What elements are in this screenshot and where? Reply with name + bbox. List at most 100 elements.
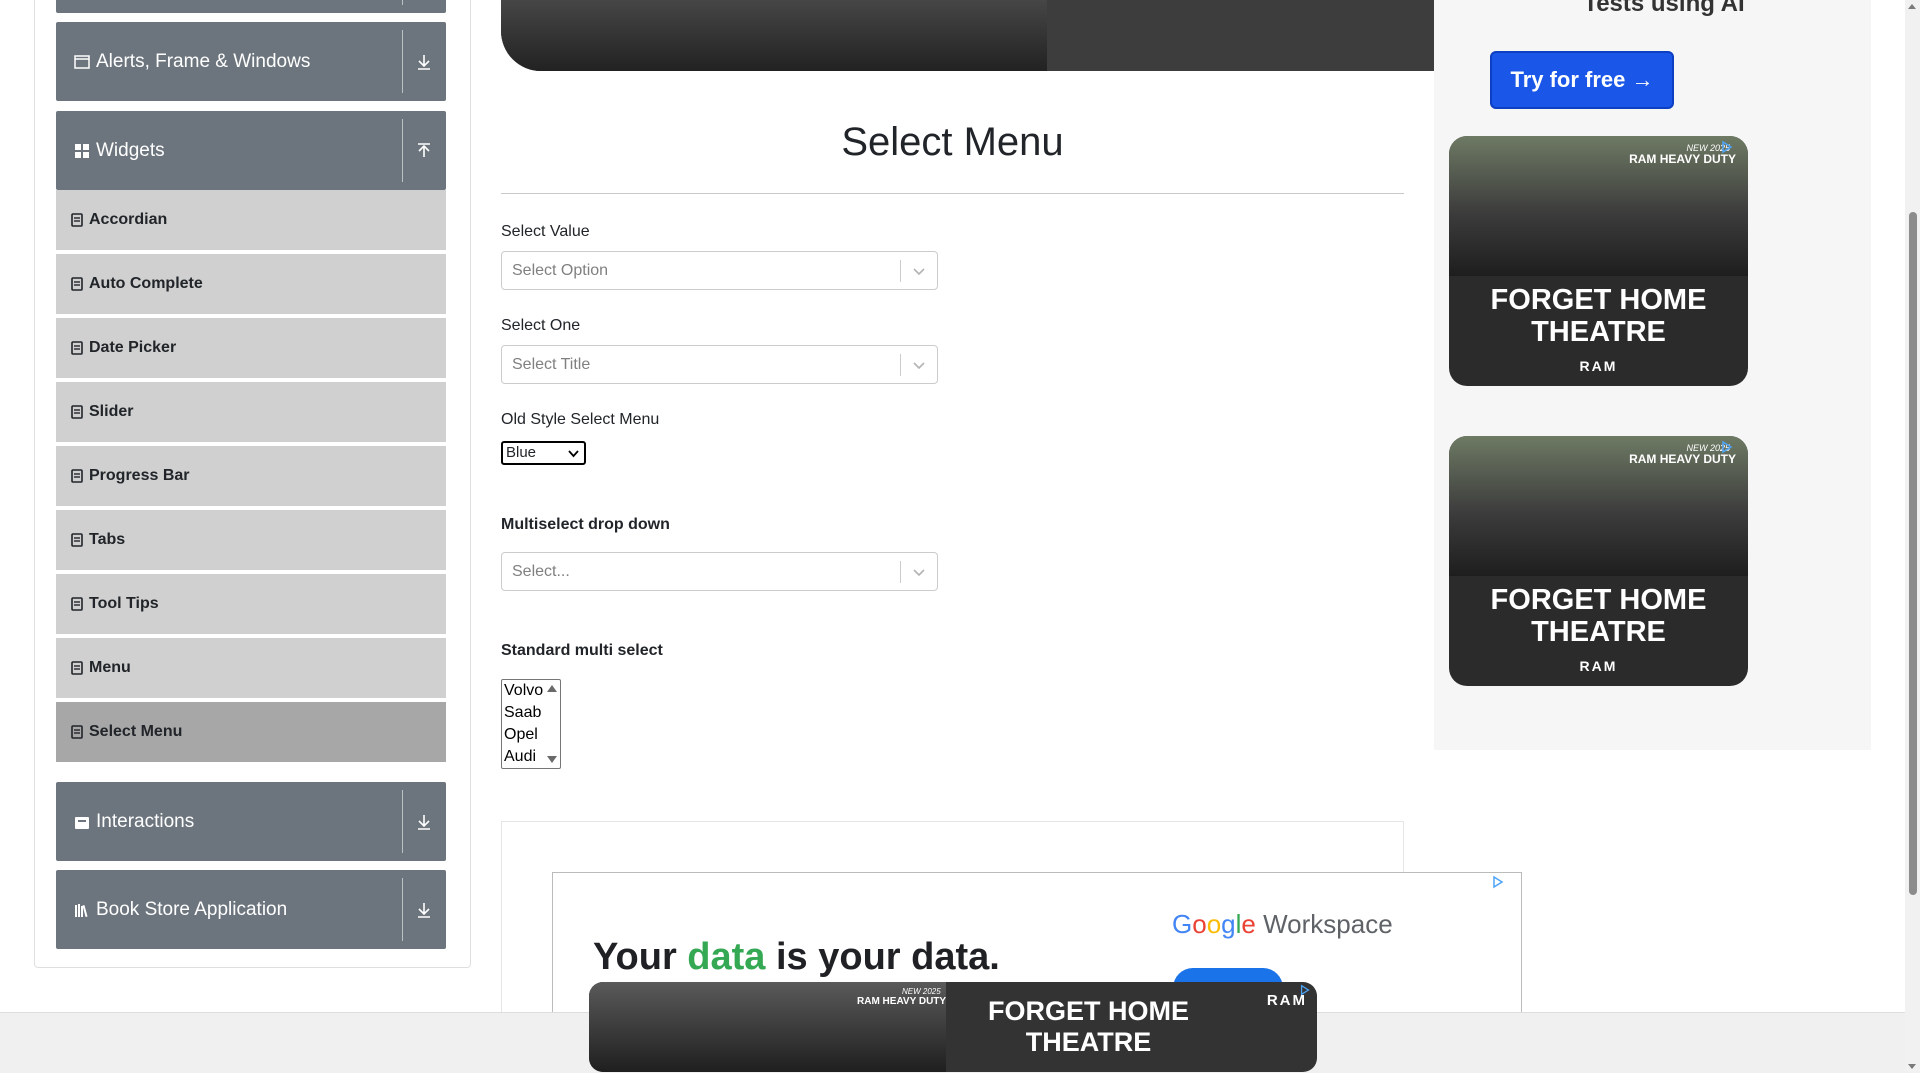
- hero-banner: [501, 0, 1434, 71]
- sidebar-group-book-store[interactable]: Book Store Application: [56, 870, 446, 949]
- google-ad-headline: Your data is your data.: [593, 936, 1000, 979]
- scroll-down-icon[interactable]: [547, 756, 557, 763]
- ad-newtag: NEW 2025: [902, 987, 941, 996]
- ram-ad-2[interactable]: NEW 2025 RAM HEAVY DUTY FORGET HOME THEAT…: [1449, 436, 1748, 686]
- chevron-down-icon[interactable]: [911, 263, 927, 279]
- ad-headline: FORGET HOME THEATRE: [1449, 284, 1748, 348]
- sidebar-item-label: Date Picker: [89, 339, 177, 356]
- item-icon: [71, 725, 83, 739]
- title-divider: [501, 193, 1404, 194]
- item-icon: [71, 469, 83, 483]
- adchoices-icon[interactable]: [1720, 140, 1734, 154]
- adchoices-icon[interactable]: [1299, 984, 1311, 996]
- ram-banner-ad[interactable]: NEW 2025 RAM HEAVY DUTY FORGET HOME THEAT…: [589, 982, 1317, 1072]
- brand-letter: o: [1206, 909, 1222, 939]
- sidebar-item-label: Menu: [89, 659, 131, 676]
- books-icon: [75, 903, 88, 917]
- sidebar-item-progress-bar[interactable]: Progress Bar: [56, 446, 446, 508]
- item-icon: [71, 277, 83, 291]
- item-icon: [71, 341, 83, 355]
- brand-letter: o: [1192, 909, 1207, 939]
- headline-green: data: [687, 936, 766, 978]
- old-style-label: Old Style Select Menu: [501, 411, 660, 428]
- brand-letter: e: [1241, 909, 1256, 939]
- sidebar-item-label: Tabs: [89, 531, 126, 548]
- sidebar-group-widgets[interactable]: Widgets: [56, 111, 446, 190]
- ad-headline-line2: THEATRE: [1531, 316, 1666, 348]
- multi-option[interactable]: Saab: [502, 702, 560, 724]
- sidebar-group-label: Widgets: [96, 139, 165, 161]
- ram-ad-1[interactable]: NEW 2025 RAM HEAVY DUTY FORGET HOME THEAT…: [1449, 136, 1748, 386]
- item-icon: [71, 533, 83, 547]
- scroll-down-icon[interactable]: [1908, 1064, 1916, 1069]
- brand-letter: g: [1221, 909, 1236, 939]
- chevron-down-icon[interactable]: [911, 564, 927, 580]
- sidebar-item-auto-complete[interactable]: Auto Complete: [56, 254, 446, 316]
- sidebar-group-label: Interactions: [96, 810, 195, 832]
- sidebar-group-collapsed-top[interactable]: [56, 0, 446, 13]
- scroll-up-icon[interactable]: [1908, 4, 1916, 9]
- sidebar-item-label: Tool Tips: [89, 595, 159, 612]
- adchoices-icon[interactable]: [1491, 875, 1505, 889]
- try-for-free-button[interactable]: Try for free →: [1490, 51, 1674, 109]
- sidebar-group-interactions[interactable]: Interactions: [56, 782, 446, 861]
- download-arrow-icon[interactable]: [414, 900, 434, 920]
- page-scrollbar[interactable]: [1905, 0, 1920, 1073]
- ad-headline-line1: FORGET HOME: [1490, 584, 1707, 616]
- ad-ai-text: Tests using AI: [1583, 0, 1745, 17]
- download-arrow-icon[interactable]: [414, 52, 434, 72]
- ad-headline: FORGET HOME THEATRE: [1449, 584, 1748, 648]
- sidebar-item-label: Slider: [89, 403, 134, 420]
- ram-logo: RAM: [1579, 658, 1618, 674]
- item-icon: [71, 597, 83, 611]
- old-style-select[interactable]: Blue: [501, 441, 586, 465]
- item-icon: [71, 405, 83, 419]
- select-one-label: Select One: [501, 317, 581, 334]
- sidebar-group-label: Book Store Application: [96, 898, 288, 920]
- ram-logo: RAM: [1579, 358, 1618, 374]
- ad-brand: RAM HEAVY DUTY: [1629, 152, 1736, 166]
- standard-multi-select[interactable]: Volvo Saab Opel Audi: [501, 679, 561, 769]
- ad-headline-line2: THEATRE: [1531, 616, 1666, 648]
- hero-texture: [1047, 0, 1434, 71]
- adchoices-icon[interactable]: [1720, 440, 1734, 454]
- download-arrow-icon[interactable]: [414, 812, 434, 832]
- sidebar-item-label: Progress Bar: [89, 467, 190, 484]
- chevron-down-icon: [568, 450, 579, 458]
- scroll-up-icon[interactable]: [547, 685, 557, 692]
- sidebar-item-date-picker[interactable]: Date Picker: [56, 318, 446, 380]
- multi-option[interactable]: Opel: [502, 724, 560, 746]
- multiselect-dropdown[interactable]: Select...: [501, 552, 938, 591]
- chevron-down-icon[interactable]: [911, 357, 927, 373]
- sidebar-item-slider[interactable]: Slider: [56, 382, 446, 444]
- select-one-dropdown[interactable]: Select Title: [501, 345, 938, 384]
- sidebar-item-tabs[interactable]: Tabs: [56, 510, 446, 572]
- interactions-icon: [75, 816, 89, 829]
- select-value-dropdown[interactable]: Select Option: [501, 251, 938, 290]
- ad-headline-line1: FORGET HOME: [988, 996, 1189, 1026]
- sidebar-item-accordian[interactable]: Accordian: [56, 190, 446, 252]
- ad-headline: FORGET HOME THEATRE: [946, 996, 1231, 1058]
- sidebar-item-label: Accordian: [89, 211, 168, 228]
- page-title: Select Menu: [841, 120, 1064, 164]
- sidebar-item-menu[interactable]: Menu: [56, 638, 446, 700]
- grid-icon: [75, 143, 89, 158]
- old-style-selected-value: Blue: [506, 444, 537, 461]
- sidebar-group-alerts[interactable]: Alerts, Frame & Windows: [56, 22, 446, 101]
- scrollbar-thumb[interactable]: [1909, 212, 1917, 895]
- sidebar-item-select-menu[interactable]: Select Menu: [56, 702, 446, 764]
- sidebar-item-tool-tips[interactable]: Tool Tips: [56, 574, 446, 636]
- ad-headline-line2: THEATRE: [1025, 1027, 1152, 1057]
- google-workspace-brand: Google Workspace: [1172, 909, 1393, 940]
- brand-rest: Workspace: [1255, 909, 1393, 939]
- hero-image: [501, 0, 1047, 71]
- ad-brand: RAM HEAVY DUTY: [857, 996, 947, 1007]
- standard-multi-label: Standard multi select: [501, 642, 663, 659]
- headline-part2: is your data.: [765, 936, 1000, 978]
- ad-brand: RAM HEAVY DUTY: [1629, 452, 1736, 466]
- multiselect-placeholder: Select...: [512, 563, 570, 580]
- select-one-placeholder: Select Title: [512, 356, 591, 373]
- upload-arrow-icon[interactable]: [414, 141, 434, 161]
- window-icon: [74, 54, 90, 69]
- item-icon: [71, 661, 83, 675]
